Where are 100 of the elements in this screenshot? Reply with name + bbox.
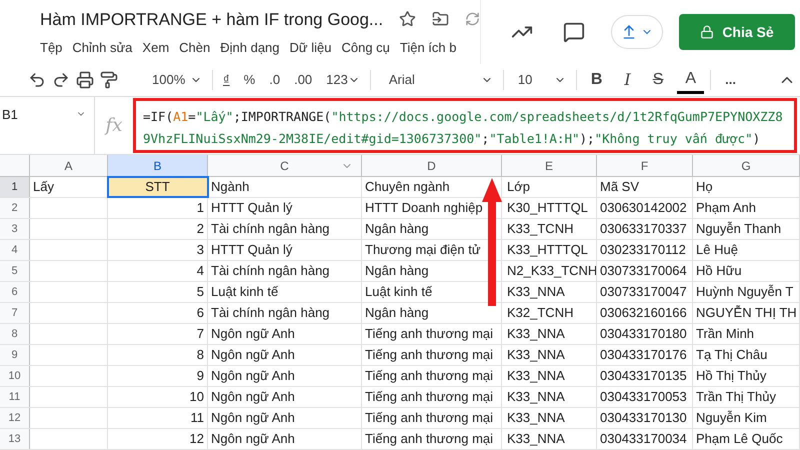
text-color-button[interactable]: A: [677, 66, 704, 94]
table-cell-text: 030433170130: [600, 409, 687, 428]
menu-item[interactable]: Dữ liệu: [290, 38, 332, 58]
menu-item[interactable]: Tệp: [40, 38, 62, 58]
table-cell-text: Luật kinh tế: [365, 283, 432, 302]
table-cell-text: Nguyễn Kim: [696, 409, 767, 428]
print-icon[interactable]: [76, 71, 94, 89]
font-size-dropdown[interactable]: 10: [510, 66, 570, 94]
table-cell-text: Ngôn ngữ Anh: [211, 325, 295, 344]
menu-item[interactable]: Công cụ: [341, 38, 390, 58]
currency-button[interactable]: ₫: [219, 66, 234, 94]
paint-format-icon[interactable]: [100, 71, 118, 89]
table-cell-text: Huỳnh Nguyễn T: [696, 283, 794, 302]
number-format-dropdown[interactable]: 123: [322, 66, 364, 94]
row-header[interactable]: 2: [0, 198, 30, 218]
table-cell-text: Mã SV: [600, 178, 640, 196]
fx-label: fx: [106, 114, 122, 138]
table-cell-text: Tài chính ngân hàng: [211, 220, 330, 238]
formula-field[interactable]: =IF(A1="Lấy";IMPORTRANGE("https://docs.google.com/spreadsheets/d/1t2RfqGumP7EPYNOXZZ89VhzFLINuiSsxNm29-2M38IE/edit#gid=1306737300";"Table1!A:H");"Không truy vấn được"): [133, 98, 797, 153]
more-button[interactable]: ...: [717, 66, 744, 94]
menu-item[interactable]: Chỉnh sửa: [72, 38, 132, 58]
row-header[interactable]: 13: [0, 429, 30, 449]
column-header[interactable]: D: [362, 155, 502, 176]
redo-icon[interactable]: [52, 71, 70, 89]
table-cell-text: 030733170064: [600, 262, 687, 280]
table-cell-text: K30_HTTTQL: [507, 199, 588, 218]
star-icon[interactable]: [399, 10, 416, 28]
table-cell-text: Ngôn ngữ Anh: [211, 409, 295, 428]
menu-item[interactable]: Chèn: [179, 38, 210, 58]
column-header[interactable]: G: [693, 155, 800, 176]
name-box[interactable]: B1: [0, 97, 95, 154]
table-cell-text: Thương mại điện tử: [365, 241, 481, 260]
row-header[interactable]: 12: [0, 408, 30, 428]
table-cell-text: K33_NNA: [507, 409, 565, 428]
column-header[interactable]: B: [108, 155, 208, 176]
table-cell-text: K33_NNA: [507, 388, 565, 406]
menu-item[interactable]: Xem: [142, 38, 170, 58]
share-button[interactable]: Chia Sẻ: [679, 14, 795, 50]
table-cell-text: Tạ Thị Châu: [696, 346, 768, 364]
table-cell-text: NGUYỄN THỊ TH: [696, 304, 797, 322]
column-header[interactable]: F: [597, 155, 693, 176]
table-cell-text: Luật kinh tế: [211, 283, 278, 302]
bold-button[interactable]: B: [582, 66, 610, 94]
table-cell-text: STT: [145, 178, 170, 196]
row-header[interactable]: 1: [0, 177, 30, 197]
table-cell-text: 6: [196, 304, 204, 322]
column-header[interactable]: C: [208, 155, 362, 176]
comment-icon[interactable]: [563, 21, 585, 43]
column-header[interactable]: E: [502, 155, 597, 176]
increase-decimals-button[interactable]: .00: [290, 66, 316, 94]
upload-icon: [621, 24, 637, 40]
row-header[interactable]: 3: [0, 219, 30, 239]
table-cell-text: Ngôn ngữ Anh: [211, 430, 295, 448]
table-cell-text: Ngôn ngữ Anh: [211, 346, 295, 364]
row-header[interactable]: 5: [0, 261, 30, 281]
row-header[interactable]: 8: [0, 324, 30, 344]
sync-icon[interactable]: [464, 11, 480, 28]
table-cell-text: 030433170053: [600, 388, 687, 406]
table-cell-text: Tài chính ngân hàng: [211, 304, 330, 322]
table-cell-text: 030630142002: [600, 199, 687, 218]
italic-button[interactable]: I: [616, 66, 639, 94]
table-cell-text: 4: [196, 262, 204, 280]
undo-icon[interactable]: [28, 71, 46, 89]
table-cell-text: Phạm Lê Quốc: [696, 430, 783, 448]
table-cell-text: Ngân hàng: [365, 220, 429, 238]
table-cell-text: K33_HTTTQL: [507, 241, 588, 260]
table-cell-text: Hồ Thị Thủy: [696, 367, 766, 386]
zoom-dropdown[interactable]: 100%: [148, 66, 206, 94]
table-cell-text: Trần Minh: [696, 325, 754, 344]
menu-item[interactable]: Định dạng: [220, 38, 280, 58]
table-cell-text: K33_NNA: [507, 367, 565, 386]
percent-button[interactable]: %: [240, 66, 260, 94]
table-cell-text: Ngôn ngữ Anh: [211, 367, 295, 386]
table-cell-text: Chuyên ngành: [365, 178, 450, 196]
menu-item[interactable]: Tiện ích b: [400, 38, 456, 58]
font-dropdown[interactable]: Arial: [376, 66, 497, 94]
decrease-decimals-button[interactable]: .0: [265, 66, 284, 94]
folder-icon[interactable]: [432, 10, 449, 28]
present-button[interactable]: [611, 15, 663, 49]
lock-icon: [700, 25, 714, 39]
strikethrough-button[interactable]: S: [644, 66, 672, 94]
table-cell-text: N2_K33_TCNH: [507, 262, 596, 280]
row-header[interactable]: 6: [0, 282, 30, 302]
table-cell-text: 030433170135: [600, 367, 687, 386]
table-cell-text: Tiếng anh thương mại: [365, 367, 494, 386]
row-header[interactable]: 7: [0, 303, 30, 323]
row-header[interactable]: 11: [0, 387, 30, 407]
table-cell-text: Lê Huệ: [696, 241, 738, 260]
row-header[interactable]: 4: [0, 240, 30, 260]
table-cell-text: Ngân hàng: [365, 304, 429, 322]
row-header[interactable]: 10: [0, 366, 30, 386]
table-cell-text: K33_NNA: [507, 430, 565, 448]
table-cell-text: 9: [196, 367, 204, 386]
table-cell-text: K33_NNA: [507, 346, 565, 364]
document-title[interactable]: Hàm IMPORTRANGE + hàm IF trong Goog...: [40, 6, 384, 32]
table-cell-text: 030233170112: [600, 241, 686, 260]
row-header[interactable]: 9: [0, 345, 30, 365]
table-cell-text: HTTT Quản lý: [211, 241, 292, 260]
table-cell-text: Nguyễn Thanh: [696, 220, 782, 238]
table-cell-text: 030633170337: [600, 220, 687, 238]
